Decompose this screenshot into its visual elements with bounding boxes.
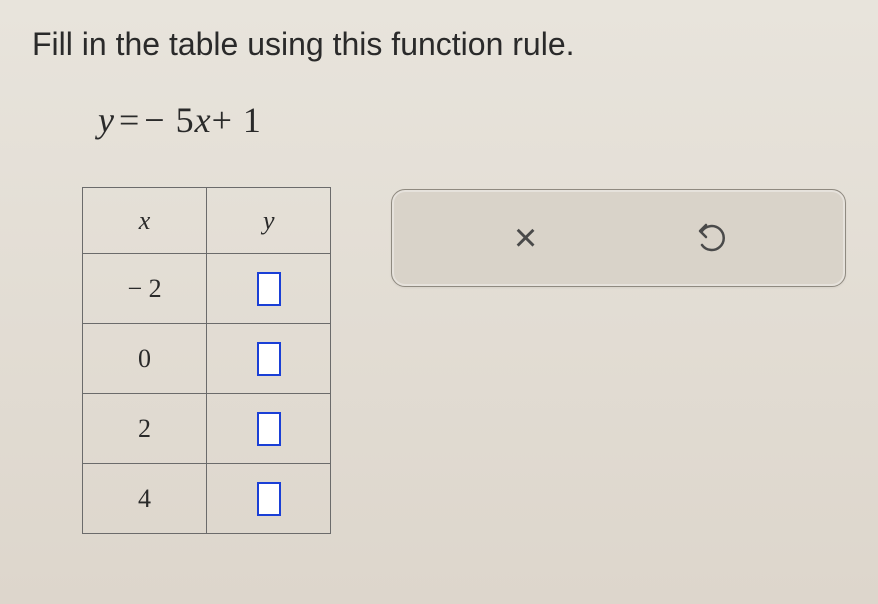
y-value-cell [207,254,331,324]
column-header-y: y [207,188,331,254]
x-value-cell: 2 [83,394,207,464]
x-value-cell: − 2 [83,254,207,324]
y-value-cell [207,394,331,464]
instruction-text: Fill in the table using this function ru… [32,26,846,63]
x-value-cell: 0 [83,324,207,394]
table-row: 2 [83,394,331,464]
answer-input[interactable] [257,342,281,376]
function-rule-equation: y=− 5x+ 1 [98,99,846,141]
x-value-cell: 4 [83,464,207,534]
y-value-cell [207,464,331,534]
table-row: 4 [83,464,331,534]
table-row: − 2 [83,254,331,324]
action-toolbar: × [391,189,846,287]
answer-input[interactable] [257,412,281,446]
close-icon: × [514,218,537,258]
equation-rhs-suffix: + 1 [212,100,262,140]
equation-lhs: y [98,100,115,140]
undo-icon [692,217,732,260]
answer-input[interactable] [257,272,281,306]
column-header-x: x [83,188,207,254]
answer-input[interactable] [257,482,281,516]
function-table: x y − 2 0 2 4 [82,187,331,534]
table-row: 0 [83,324,331,394]
equation-rhs-prefix: − 5 [144,100,194,140]
clear-button[interactable]: × [499,211,553,265]
y-value-cell [207,324,331,394]
undo-button[interactable] [685,211,739,265]
equation-rhs-var: x [195,100,212,140]
equals-sign: = [119,100,140,140]
